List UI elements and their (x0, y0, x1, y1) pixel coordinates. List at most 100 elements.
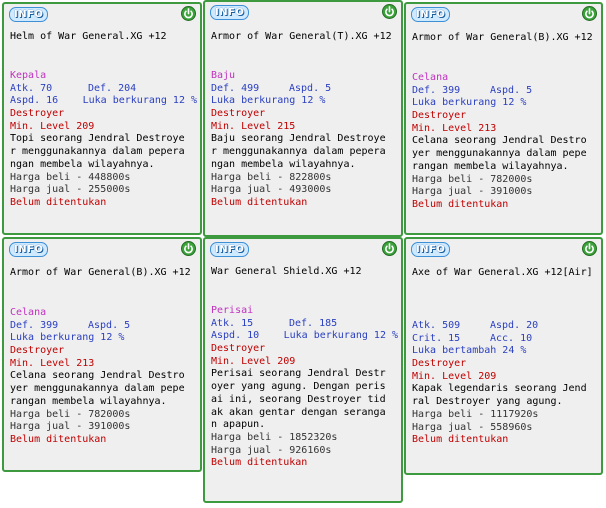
stat-value: Atk. 509 (412, 320, 461, 331)
close-button[interactable] (582, 241, 597, 256)
identification-status: Belum ditentukan (211, 457, 308, 469)
stat-value: Aspd. 20 (490, 320, 539, 331)
level-requirement: Min. Level 209 (211, 355, 296, 367)
power-close-icon (585, 243, 594, 254)
buy-price: Harga beli - 782000s (10, 408, 131, 420)
item-type: Baju (211, 70, 236, 81)
item-details: Atk. 509 Aspd. 20 Crit. 15 Acc. 10 Luka bert… (412, 320, 598, 447)
info-badge: INFO (9, 7, 49, 22)
description-line: n apapun. (211, 419, 266, 431)
item-type: Kepala (10, 70, 47, 81)
identification-status: Belum ditentukan (211, 196, 308, 208)
info-badge: INFO (411, 7, 451, 22)
buy-price: Harga beli - 782000s (412, 173, 533, 185)
stat-row: Atk. 15 Def. 185 (211, 318, 398, 331)
level-requirement: Min. Level 213 (412, 122, 497, 134)
description-line: Baju seorang Jendral Destroye (211, 133, 386, 145)
power-close-icon (385, 243, 394, 254)
stat-row: Luka berkurang 12 % (412, 97, 598, 110)
description-line: Celana seorang Jendral Destro (10, 370, 185, 382)
sell-price: Harga jual - 493000s (211, 184, 332, 196)
job-requirement: Destroyer (211, 108, 266, 120)
description-line: rangan membela wilayahnya. (412, 160, 569, 172)
stat-value: Def. 204 (88, 82, 137, 94)
item-details: Perisai Atk. 15 Def. 185 Aspd. 10 Luka berku… (211, 305, 398, 470)
item-info-card: INFO Armor of War General(B).XG +12 Celana… (2, 237, 202, 472)
description-line: yer menggunakannya dalam pepe (10, 383, 185, 395)
item-type: Perisai (211, 305, 254, 316)
job-requirement: Destroyer (412, 110, 467, 122)
identification-status: Belum ditentukan (10, 433, 107, 445)
stat-row: Def. 399 Aspd. 5 (412, 85, 598, 98)
description-line: Perisai seorang Jendral Destr (211, 368, 386, 380)
power-close-icon (585, 8, 594, 19)
item-info-card: INFO War General Shield.XG +12 Perisai Atk.… (203, 237, 403, 503)
power-close-icon (184, 243, 193, 254)
item-name: Armor of War General(B).XG +12 (412, 32, 593, 43)
sell-price: Harga jual - 558960s (412, 421, 533, 433)
item-info-card: INFO Axe of War General.XG +12[Air] Atk. 5… (404, 237, 603, 475)
stat-value: Luka berkurang 12 % (10, 332, 125, 344)
info-badge: INFO (210, 242, 250, 257)
job-requirement: Destroyer (412, 358, 467, 370)
buy-price: Harga beli - 822800s (211, 171, 332, 183)
stat-value: Def. 185 (289, 317, 338, 329)
info-badge: INFO (9, 242, 49, 257)
description-line: r menggunakannya dalam pepera (211, 146, 386, 158)
level-requirement: Min. Level 215 (211, 120, 296, 132)
description-line: ral Destroyer yang agung. (412, 396, 563, 408)
job-requirement: Destroyer (211, 343, 266, 355)
stat-value: Luka berkurang 12 % (211, 95, 326, 107)
level-requirement: Min. Level 209 (412, 370, 497, 382)
stat-row: Atk. 509 Aspd. 20 (412, 320, 598, 333)
stat-row: Def. 499 Aspd. 5 (211, 83, 398, 96)
description-line: r menggunakannya dalam pepera (10, 146, 185, 158)
item-type: Celana (412, 72, 449, 83)
stat-value: Aspd. 5 (88, 319, 131, 331)
item-details: Baju Def. 499 Aspd. 5 Luka berkurang 12 % De… (211, 70, 398, 210)
buy-price: Harga beli - 1852320s (211, 431, 338, 443)
description-line: oyer yang agung. Dengan peris (211, 381, 386, 393)
description-line: Kapak legendaris seorang Jend (412, 383, 587, 395)
close-button[interactable] (382, 4, 397, 19)
close-button[interactable] (181, 241, 196, 256)
stat-value: Def. 499 (211, 82, 260, 94)
item-details: Celana Def. 399 Aspd. 5 Luka berkurang 12 %… (412, 72, 598, 212)
close-button[interactable] (582, 6, 597, 21)
stat-row: Crit. 15 Acc. 10 (412, 333, 598, 346)
stat-value: Acc. 10 (490, 332, 533, 344)
identification-status: Belum ditentukan (10, 196, 107, 208)
stat-row: Def. 399 Aspd. 5 (10, 320, 197, 333)
description-line: yer menggunakannya dalam pepe (412, 148, 587, 160)
sell-price: Harga jual - 926160s (211, 444, 332, 456)
buy-price: Harga beli - 448800s (10, 171, 131, 183)
stat-value: Aspd. 10 (211, 330, 260, 342)
buy-price: Harga beli - 1117920s (412, 408, 539, 420)
stat-value: Atk. 70 (10, 82, 53, 94)
stat-value: Atk. 15 (211, 317, 254, 329)
item-info-card: INFO Helm of War General.XG +12 Kepala Atk.… (2, 2, 202, 235)
stat-row: Atk. 70 Def. 204 (10, 83, 197, 96)
stat-value: Aspd. 5 (289, 82, 332, 94)
stat-value: Aspd. 5 (490, 84, 533, 96)
stat-value: Def. 399 (412, 84, 461, 96)
stat-value: Crit. 15 (412, 332, 461, 344)
close-button[interactable] (181, 6, 196, 21)
power-close-icon (184, 8, 193, 19)
power-close-icon (385, 6, 394, 17)
stat-value: Luka berkurang 12 % (283, 330, 398, 342)
item-name: War General Shield.XG +12 (211, 266, 362, 277)
stat-value: Def. 399 (10, 319, 59, 331)
info-badge: INFO (411, 242, 451, 257)
stat-value: Luka berkurang 12 % (82, 95, 197, 107)
identification-status: Belum ditentukan (412, 434, 509, 446)
item-info-card: INFO Armor of War General(T).XG +12 Baju De… (203, 0, 403, 237)
close-button[interactable] (382, 241, 397, 256)
stat-row: Aspd. 16 Luka berkurang 12 % (10, 95, 197, 108)
description-line: Celana seorang Jendral Destro (412, 135, 587, 147)
stat-row: Luka berkurang 12 % (10, 332, 197, 345)
item-details: Kepala Atk. 70 Def. 204 Aspd. 16 Luka berkur… (10, 70, 197, 210)
item-name: Armor of War General(B).XG +12 (10, 267, 191, 278)
item-type: Celana (10, 307, 47, 318)
sell-price: Harga jual - 391000s (10, 421, 131, 433)
